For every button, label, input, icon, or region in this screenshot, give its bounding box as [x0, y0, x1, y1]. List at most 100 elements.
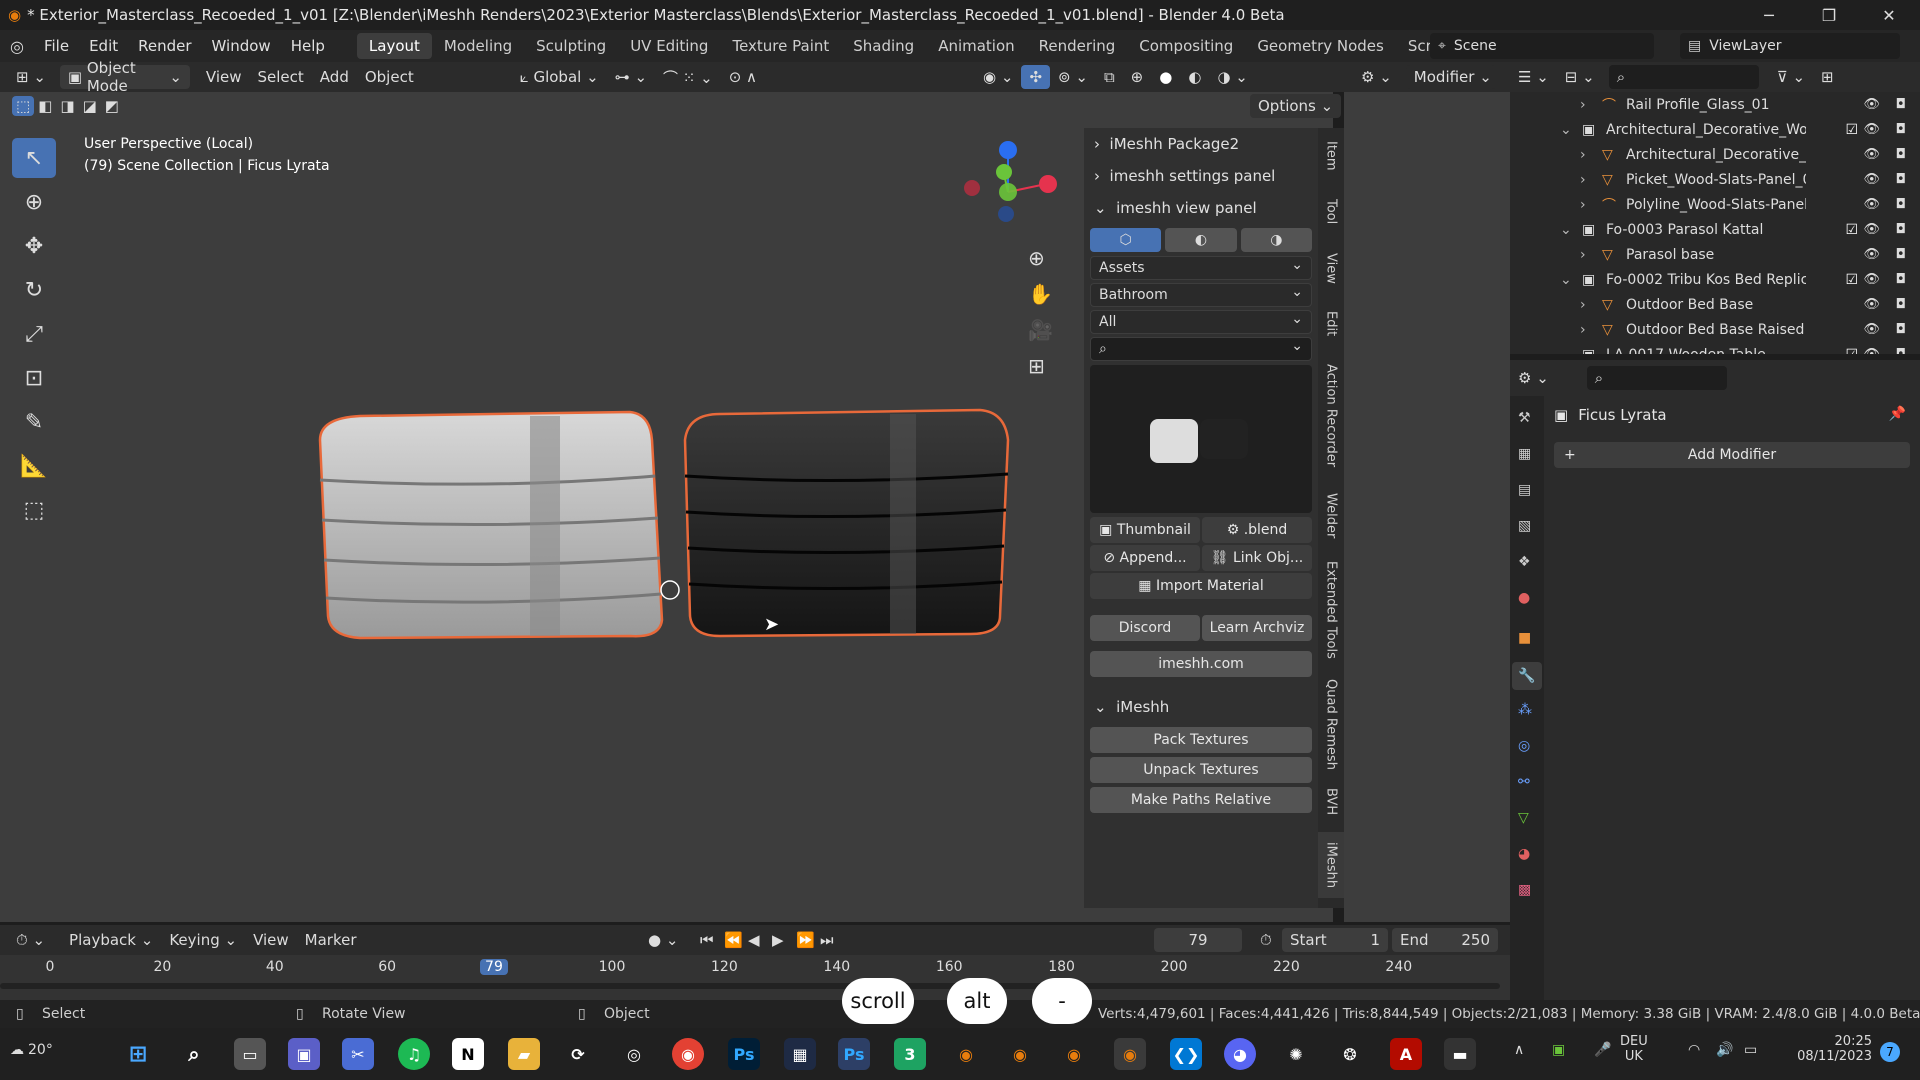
blender-taskbar-active-icon[interactable]: ◉	[1114, 1038, 1146, 1070]
preview-range-icon[interactable]: ⏱	[1252, 928, 1280, 952]
select-subtract-icon[interactable]: ◨	[56, 94, 78, 118]
jump-end-icon[interactable]: ⏭	[812, 928, 842, 952]
davinci-icon[interactable]: ❂	[1334, 1038, 1366, 1070]
vtab-item[interactable]: Item	[1318, 132, 1344, 180]
render-camera-icon[interactable]: ◘	[1896, 97, 1906, 112]
expand-arrow-icon[interactable]: ›	[1580, 247, 1586, 263]
category-dropdown[interactable]: Bathroom	[1090, 283, 1312, 307]
properties-search-input[interactable]: ⌕	[1586, 366, 1727, 390]
outliner-row[interactable]: › ⌒ Rail Profile_Glass_01 👁 ◘	[1510, 92, 1920, 117]
outliner-row[interactable]: ⌄ ▣ Architectural_Decorative_Wood-S ☑ 👁 ◘	[1510, 117, 1920, 142]
camera-view-icon[interactable]: 🎥	[1028, 318, 1053, 342]
expand-arrow-icon[interactable]: ›	[1580, 172, 1586, 188]
pack-textures-button[interactable]: Pack Textures	[1090, 727, 1312, 753]
scene-selector[interactable]: ⌖ Scene	[1430, 33, 1654, 59]
pan-hand-icon[interactable]: ✋	[1028, 282, 1053, 306]
vtab-extended-tools[interactable]: Extended Tools	[1318, 554, 1344, 666]
collection-checkbox-icon[interactable]: ☑	[1845, 272, 1858, 288]
expand-arrow-icon[interactable]: ⌄	[1560, 222, 1572, 238]
unpack-textures-button[interactable]: Unpack Textures	[1090, 757, 1312, 783]
marker-menu[interactable]: Marker	[297, 928, 365, 952]
tab-sculpting[interactable]: Sculpting	[524, 33, 618, 59]
proportional-edit-icon[interactable]: ⊙ ∧	[721, 65, 765, 89]
select-box-mode-icon[interactable]: ⬚	[12, 96, 35, 116]
visibility-eye-icon[interactable]: 👁	[1863, 172, 1880, 187]
import-material-button[interactable]: ▦ Import Material	[1090, 573, 1312, 599]
app-icon-dark[interactable]: ▦	[784, 1038, 816, 1070]
visibility-eye-icon[interactable]: 👁	[1863, 272, 1880, 287]
menu-file[interactable]: File	[34, 30, 79, 62]
link-object-button[interactable]: ⛓ Link Obj...	[1202, 545, 1312, 571]
thumbnail-button[interactable]: ▣ Thumbnail	[1090, 517, 1200, 543]
imeshh-section-header[interactable]: ⌄ iMeshh	[1084, 691, 1318, 723]
imeshh-view-header[interactable]: ⌄ imeshh view panel	[1084, 192, 1318, 224]
learn-archviz-button[interactable]: Learn Archviz	[1202, 615, 1312, 641]
add-cube-tool-icon[interactable]: ⬚	[12, 490, 56, 530]
open-blend-button[interactable]: ⚙ .blend	[1202, 517, 1312, 543]
tab-texture-paint[interactable]: Texture Paint	[720, 33, 841, 59]
cursor-tool-icon[interactable]: ⊕	[12, 182, 56, 222]
discord-taskbar-icon[interactable]: ◕	[1224, 1038, 1256, 1070]
scene-tab-icon[interactable]: ❖	[1518, 554, 1531, 570]
modifier-dropdown[interactable]: Modifier ⌄	[1405, 65, 1496, 89]
output-tab-icon[interactable]: ▤	[1518, 482, 1531, 498]
chrome-icon[interactable]: ◉	[672, 1038, 704, 1070]
collection-checkbox-icon[interactable]: ☑	[1845, 122, 1858, 138]
minimize-button[interactable]: ─	[1746, 0, 1792, 30]
add-modifier-button[interactable]: + Add Modifier	[1554, 442, 1910, 468]
blender-taskbar-1-icon[interactable]: ◉	[950, 1038, 982, 1070]
start-frame-field[interactable]: Start 1	[1282, 928, 1388, 952]
physics-tab-icon[interactable]: ◎	[1518, 738, 1530, 754]
view-layer-tab-icon[interactable]: ▧	[1518, 518, 1531, 534]
properties-editor-type-icon[interactable]: ⚙ ⌄	[1510, 366, 1557, 390]
menu-add[interactable]: Add	[312, 65, 357, 89]
asset-type-materials-icon[interactable]: ◐	[1165, 228, 1237, 252]
render-camera-icon[interactable]: ◘	[1896, 297, 1906, 312]
render-camera-icon[interactable]: ◘	[1896, 197, 1906, 212]
expand-arrow-icon[interactable]: ›	[1580, 297, 1586, 313]
clock[interactable]: 20:25 08/11/2023	[1788, 1034, 1872, 1064]
snipping-tool-icon[interactable]: ✂	[342, 1038, 374, 1070]
snap-icon[interactable]: ⌒ ⁙ ⌄	[655, 65, 721, 89]
expand-arrow-icon[interactable]: ›	[1580, 322, 1586, 338]
material-tab-icon[interactable]: ◕	[1518, 846, 1530, 862]
transform-tool-icon[interactable]: ⊡	[12, 358, 56, 398]
menu-view[interactable]: View	[198, 65, 250, 89]
menu-render[interactable]: Render	[128, 30, 201, 62]
rotate-tool-icon[interactable]: ↻	[12, 270, 56, 310]
tool-tab-icon[interactable]: ⚒	[1518, 410, 1531, 426]
new-collection-icon[interactable]: ⊞	[1813, 65, 1842, 89]
render-camera-icon[interactable]: ◘	[1896, 122, 1906, 137]
world-tab-icon[interactable]: ●	[1518, 590, 1530, 606]
vtab-quad-remesh[interactable]: Quad Remesh	[1318, 676, 1344, 772]
outliner-row[interactable]: ⌄ ▣ Fo-0002 Tribu Kos Bed Replica ☑ 👁 ◘	[1510, 267, 1920, 292]
expand-arrow-icon[interactable]: ⌄	[1560, 272, 1572, 288]
select-extend-icon[interactable]: ◧	[34, 94, 56, 118]
scale-tool-icon[interactable]: ⤢	[12, 314, 56, 354]
outliner-row[interactable]: ⌄ ▣ LA-0017 Wooden Table ☑ 👁 ◘	[1510, 342, 1920, 355]
assets-dropdown[interactable]: Assets	[1090, 256, 1312, 280]
current-frame-indicator[interactable]: 79	[479, 959, 508, 975]
menu-object[interactable]: Object	[357, 65, 422, 89]
vtab-action-recorder[interactable]: Action Recorder	[1318, 356, 1344, 476]
outliner-row[interactable]: › ▽ Architectural_Decorative_Woc 👁 ◘	[1510, 142, 1920, 167]
notion-icon[interactable]: N	[452, 1038, 484, 1070]
particles-tab-icon[interactable]: ⁂	[1518, 702, 1532, 718]
discord-button[interactable]: Discord	[1090, 615, 1200, 641]
render-camera-icon[interactable]: ◘	[1896, 347, 1906, 354]
vtab-view[interactable]: View	[1318, 244, 1344, 292]
outliner-editor-type-icon[interactable]: ☰ ⌄	[1510, 65, 1557, 89]
chatgpt-icon[interactable]: ✺	[1280, 1038, 1312, 1070]
append-button[interactable]: ⊘ Append...	[1090, 545, 1200, 571]
vtab-bvh[interactable]: BVH	[1318, 782, 1344, 822]
visibility-eye-icon[interactable]: 👁	[1863, 222, 1880, 237]
blender-taskbar-2-icon[interactable]: ◉	[1004, 1038, 1036, 1070]
visibility-eye-icon[interactable]: 👁	[1863, 347, 1880, 354]
shading-material-icon[interactable]: ◐	[1180, 65, 1209, 89]
zoom-icon[interactable]: ⊕	[1028, 246, 1045, 270]
photoshop-icon[interactable]: Ps	[728, 1038, 760, 1070]
select-invert-icon[interactable]: ◪	[79, 94, 101, 118]
imeshh-package-header[interactable]: › iMeshh Package2	[1084, 128, 1318, 160]
sync-icon[interactable]: ⟳	[562, 1038, 594, 1070]
spotify-icon[interactable]: ♫	[398, 1038, 430, 1070]
